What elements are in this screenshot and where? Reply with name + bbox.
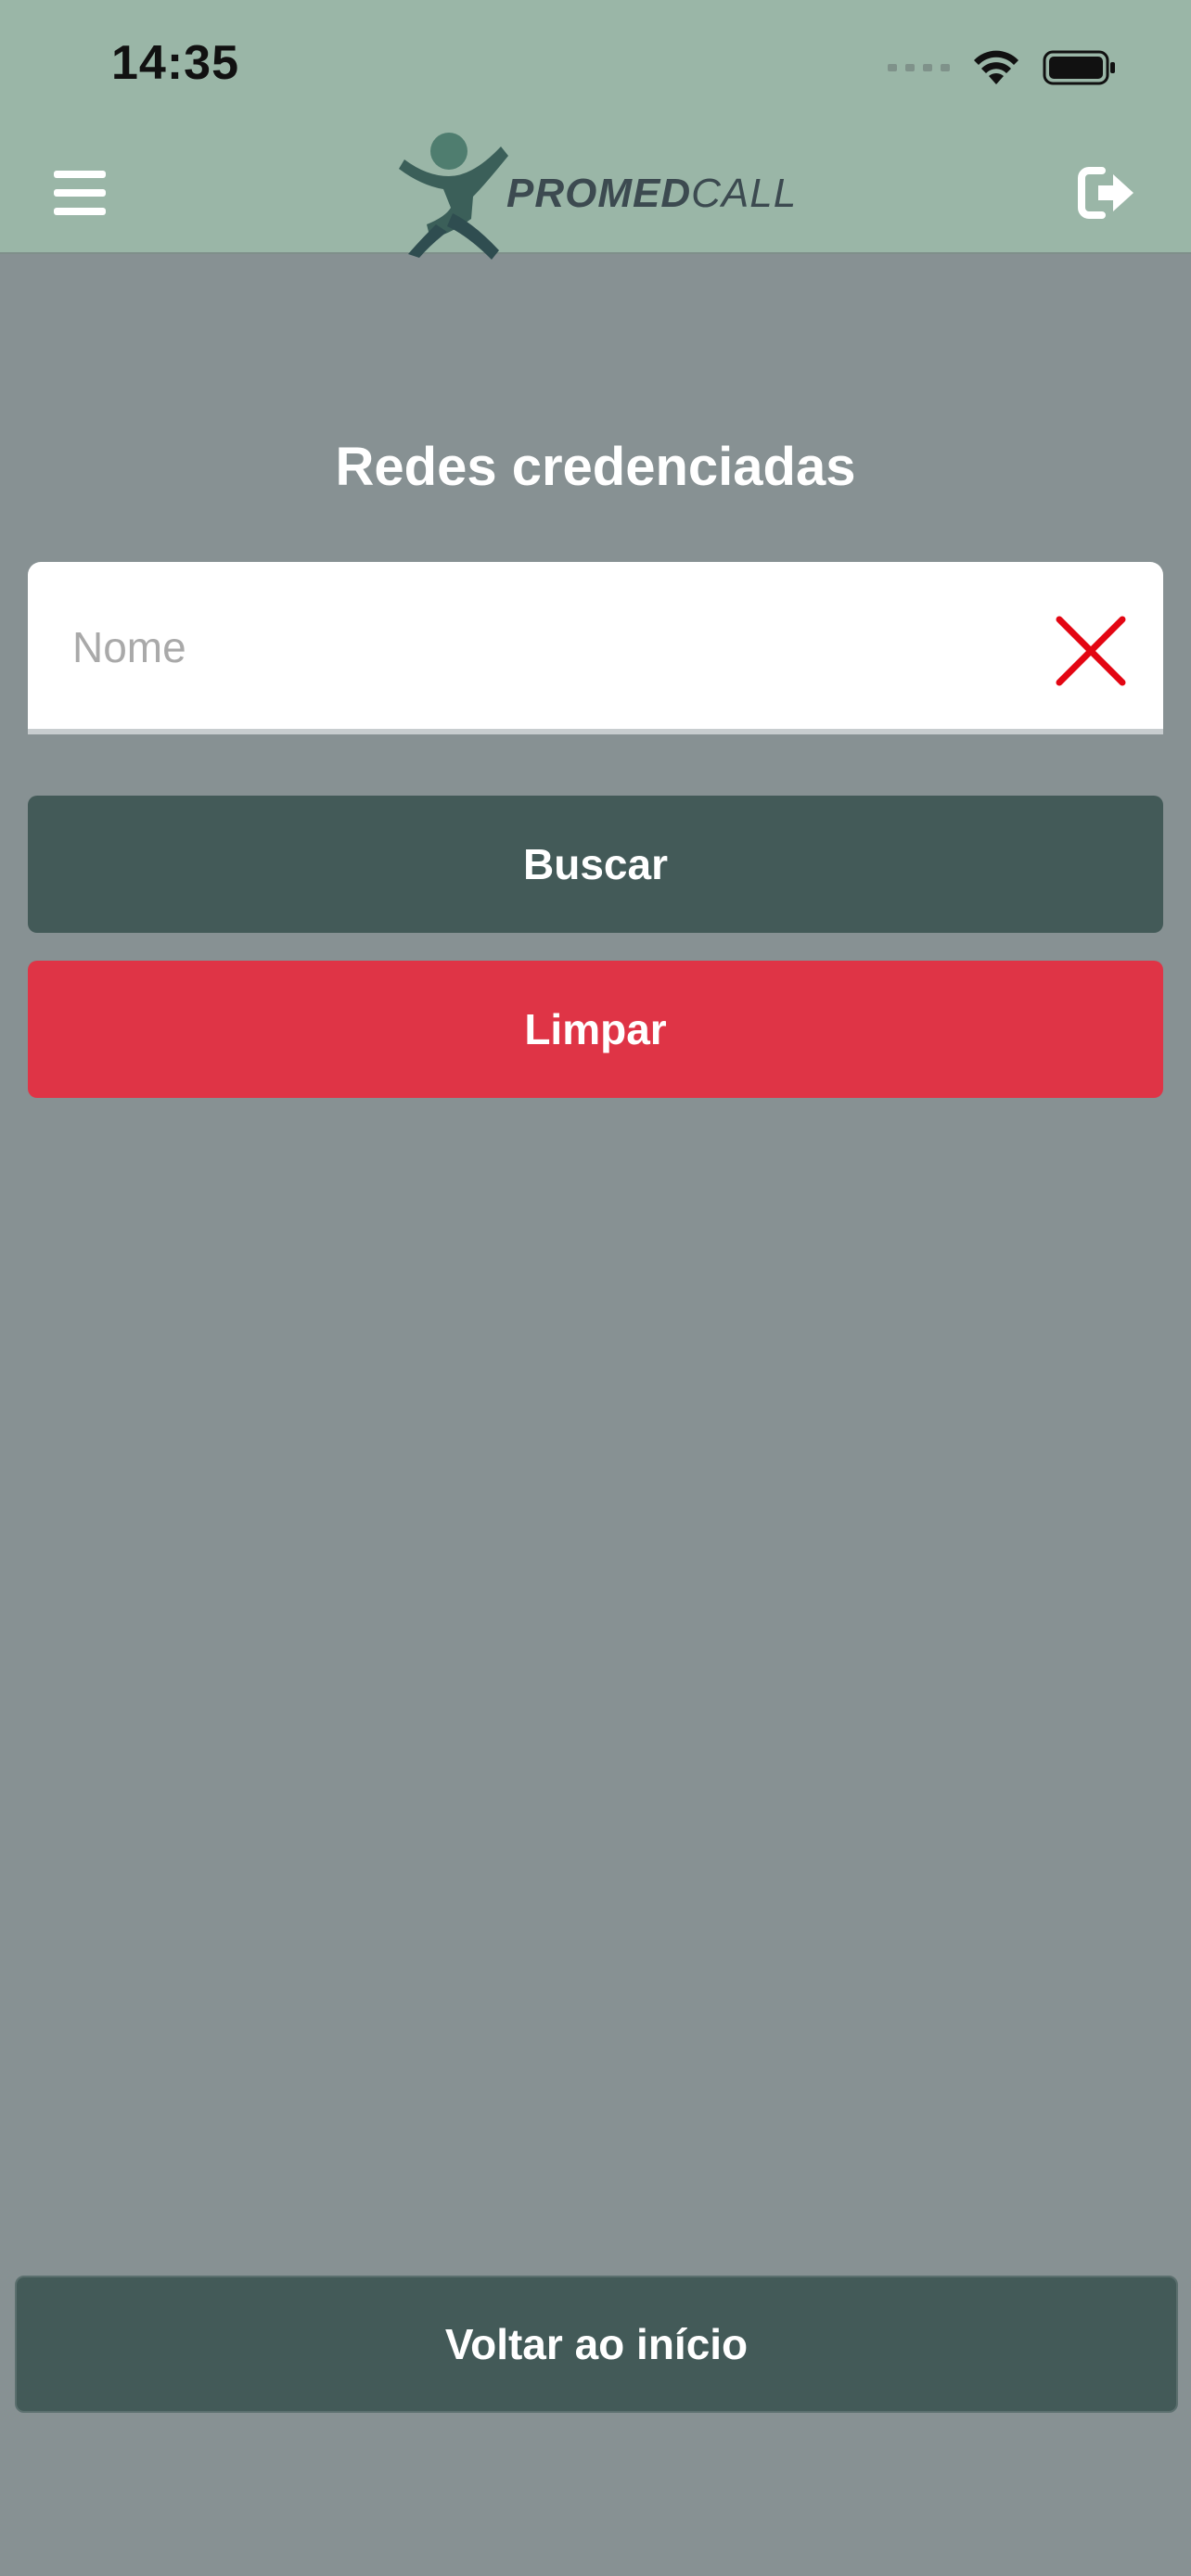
brand-name: PROMEDCALL bbox=[506, 171, 798, 216]
promedcall-logo: PROMEDCALL bbox=[399, 128, 798, 263]
status-time: 14:35 bbox=[111, 36, 239, 90]
cellular-signal-icon bbox=[888, 64, 950, 71]
close-icon[interactable] bbox=[1052, 612, 1130, 690]
sign-out-icon[interactable] bbox=[1078, 165, 1137, 221]
hamburger-menu-icon[interactable] bbox=[54, 171, 106, 215]
back-to-home-button[interactable]: Voltar ao início bbox=[15, 2276, 1178, 2413]
name-search-input[interactable] bbox=[72, 614, 1000, 681]
search-button[interactable]: Buscar bbox=[28, 796, 1163, 933]
app-header: 14:35 PROMEDCALL bbox=[0, 0, 1191, 260]
search-field-container bbox=[28, 562, 1163, 734]
battery-icon bbox=[1043, 50, 1115, 85]
page-title: Redes credenciadas bbox=[335, 437, 856, 497]
wifi-icon bbox=[974, 50, 1018, 84]
clear-button[interactable]: Limpar bbox=[28, 961, 1163, 1098]
status-icons bbox=[888, 43, 1117, 93]
logo-figure-icon bbox=[399, 133, 508, 260]
